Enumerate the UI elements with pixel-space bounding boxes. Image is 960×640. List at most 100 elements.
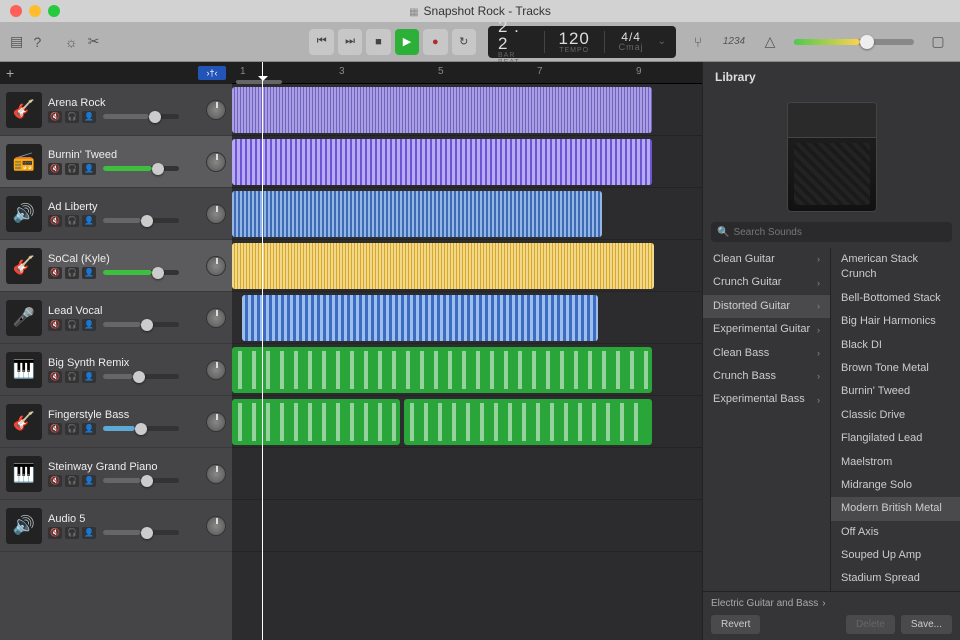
track-view-toggle[interactable]: ›†‹ [198, 66, 226, 80]
track-header[interactable]: 🎹 Big Synth Remix 🔇 🎧 👤 [0, 344, 232, 396]
track-volume-slider[interactable] [103, 114, 179, 119]
track-lane[interactable] [232, 84, 702, 136]
pan-knob[interactable] [206, 516, 226, 536]
track-volume-slider[interactable] [103, 322, 179, 327]
solo-button[interactable]: 🎧 [65, 371, 79, 383]
stop-button[interactable]: ■ [366, 29, 390, 55]
track-header[interactable]: 🎸 Arena Rock 🔇 🎧 👤 [0, 84, 232, 136]
library-preset-item[interactable]: Classic Drive [831, 404, 960, 427]
input-monitor-button[interactable]: 👤 [82, 267, 96, 279]
timeline-ruler[interactable]: 13579 [232, 62, 702, 84]
library-preset-item[interactable]: American Stack Crunch [831, 248, 960, 287]
library-category-item[interactable]: Clean Bass› [703, 342, 830, 365]
lcd-display[interactable]: 2 . 2BAR BEAT 120TEMPO 4/4Cmaj ⌄ [488, 26, 676, 58]
input-monitor-button[interactable]: 👤 [82, 527, 96, 539]
input-monitor-button[interactable]: 👤 [82, 319, 96, 331]
library-preset-item[interactable]: Souped Up Amp [831, 544, 960, 567]
track-volume-slider[interactable] [103, 374, 179, 379]
input-monitor-button[interactable]: 👤 [82, 371, 96, 383]
library-search-input[interactable]: 🔍 Search Sounds [711, 222, 952, 242]
track-lane[interactable] [232, 188, 702, 240]
track-volume-slider[interactable] [103, 478, 179, 483]
library-category-item[interactable]: Clean Guitar› [703, 248, 830, 271]
track-lane[interactable] [232, 396, 702, 448]
audio-region[interactable] [232, 347, 652, 393]
pan-knob[interactable] [206, 360, 226, 380]
track-header[interactable]: 📻 Burnin' Tweed 🔇 🎧 👤 [0, 136, 232, 188]
save-button[interactable]: Save... [901, 615, 952, 634]
revert-button[interactable]: Revert [711, 615, 760, 634]
track-header[interactable]: 🔊 Audio 5 🔇 🎧 👤 [0, 500, 232, 552]
mute-button[interactable]: 🔇 [48, 215, 62, 227]
library-category-item[interactable]: Crunch Guitar› [703, 271, 830, 294]
audio-region[interactable] [404, 399, 652, 445]
quick-help-icon[interactable]: ☼ [65, 30, 78, 54]
solo-button[interactable]: 🎧 [65, 475, 79, 487]
pan-knob[interactable] [206, 204, 226, 224]
audio-region[interactable] [242, 295, 598, 341]
audio-region[interactable] [232, 243, 654, 289]
library-preset-item[interactable]: Black DI [831, 334, 960, 357]
pan-knob[interactable] [206, 464, 226, 484]
audio-region[interactable] [232, 399, 400, 445]
solo-button[interactable]: 🎧 [65, 319, 79, 331]
track-lane[interactable] [232, 448, 702, 500]
input-monitor-button[interactable]: 👤 [82, 163, 96, 175]
track-lane[interactable] [232, 344, 702, 396]
audio-region[interactable] [232, 87, 652, 133]
track-header[interactable]: 🎸 SoCal (Kyle) 🔇 🎧 👤 [0, 240, 232, 292]
audio-region[interactable] [232, 191, 602, 237]
mute-button[interactable]: 🔇 [48, 475, 62, 487]
master-volume-slider[interactable] [794, 39, 914, 45]
mute-button[interactable]: 🔇 [48, 527, 62, 539]
track-volume-slider[interactable] [103, 166, 179, 171]
input-monitor-button[interactable]: 👤 [82, 423, 96, 435]
help-icon[interactable]: ? [33, 30, 41, 54]
zoom-window-button[interactable] [48, 5, 60, 17]
input-monitor-button[interactable]: 👤 [82, 215, 96, 227]
arrangement-area[interactable]: 13579 [232, 62, 702, 640]
solo-button[interactable]: 🎧 [65, 163, 79, 175]
library-category-item[interactable]: Experimental Guitar› [703, 318, 830, 341]
add-track-button[interactable]: + [6, 65, 14, 81]
library-preset-item[interactable]: Stadium Spread [831, 567, 960, 590]
mute-button[interactable]: 🔇 [48, 267, 62, 279]
library-breadcrumb[interactable]: Electric Guitar and Bass› [711, 598, 952, 609]
pan-knob[interactable] [206, 256, 226, 276]
cycle-button[interactable]: ↻ [452, 29, 476, 55]
track-header[interactable]: 🎸 Fingerstyle Bass 🔇 🎧 👤 [0, 396, 232, 448]
pan-knob[interactable] [206, 152, 226, 172]
solo-button[interactable]: 🎧 [65, 527, 79, 539]
minimize-window-button[interactable] [29, 5, 41, 17]
mute-button[interactable]: 🔇 [48, 111, 62, 123]
track-lane[interactable] [232, 500, 702, 552]
rewind-button[interactable]: ⏮ [309, 29, 333, 55]
solo-button[interactable]: 🎧 [65, 423, 79, 435]
track-volume-slider[interactable] [103, 270, 179, 275]
library-preset-item[interactable]: Modern British Metal [831, 497, 960, 520]
track-header[interactable]: 🎤 Lead Vocal 🔇 🎧 👤 [0, 292, 232, 344]
tuner-icon[interactable]: ⑂ [686, 30, 710, 54]
track-lane[interactable] [232, 136, 702, 188]
library-preset-item[interactable]: Midrange Solo [831, 474, 960, 497]
solo-button[interactable]: 🎧 [65, 111, 79, 123]
library-preset-item[interactable]: Bell-Bottomed Stack [831, 287, 960, 310]
solo-button[interactable]: 🎧 [65, 215, 79, 227]
track-lane[interactable] [232, 240, 702, 292]
library-preset-item[interactable]: Off Axis [831, 521, 960, 544]
scissors-icon[interactable]: ✂ [88, 30, 100, 54]
track-volume-slider[interactable] [103, 218, 179, 223]
pan-knob[interactable] [206, 308, 226, 328]
audio-region[interactable] [232, 139, 652, 185]
library-preset-item[interactable]: Burnin' Tweed [831, 380, 960, 403]
mute-button[interactable]: 🔇 [48, 371, 62, 383]
input-monitor-button[interactable]: 👤 [82, 111, 96, 123]
library-preset-item[interactable]: Brown Tone Metal [831, 357, 960, 380]
library-preset-item[interactable]: Maelstrom [831, 451, 960, 474]
close-window-button[interactable] [10, 5, 22, 17]
notepad-icon[interactable]: ▢ [926, 30, 950, 54]
library-category-item[interactable]: Experimental Bass› [703, 388, 830, 411]
input-monitor-button[interactable]: 👤 [82, 475, 96, 487]
library-toggle-icon[interactable]: ▤ [10, 30, 23, 54]
mute-button[interactable]: 🔇 [48, 163, 62, 175]
